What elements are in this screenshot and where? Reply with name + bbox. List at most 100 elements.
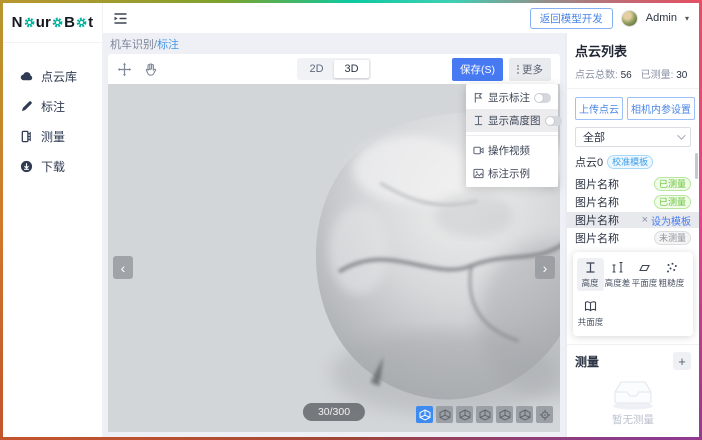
image-list-item-selected[interactable]: 图片名称 × 设为模板 <box>567 212 699 228</box>
cloud-icon <box>20 70 33 83</box>
close-icon[interactable]: × <box>642 214 648 226</box>
menu-item-annotation-example[interactable]: 标注示例 <box>466 162 558 185</box>
breadcrumb-parent[interactable]: 机车识别 <box>110 39 154 51</box>
menu-item-label: 操作视频 <box>488 143 530 158</box>
image-name: 图片名称 <box>575 212 642 228</box>
view-right-button[interactable] <box>496 406 513 423</box>
sidebar-item-annotate[interactable]: 标注 <box>3 93 102 119</box>
view-iso-button[interactable] <box>416 406 433 423</box>
tool-label: 共面度 <box>578 315 604 327</box>
cube-icon <box>419 409 431 421</box>
chevron-down-icon[interactable]: ▾ <box>685 14 689 23</box>
total-value: 56 <box>621 70 632 81</box>
group-name: 点云0 <box>575 154 603 170</box>
prev-image-arrow[interactable]: ‹ <box>113 256 133 279</box>
canvas-toolbar: 2D 3D 保存(S) 更多 <box>108 54 560 84</box>
image-list-item[interactable]: 图片名称 未测量 <box>575 230 691 246</box>
image-icon <box>473 168 484 179</box>
body-row: 机车识别/标注 2D 3D 保存(S) <box>103 33 699 437</box>
panel-stats: 点云总数: 56 已测量: 30 <box>575 66 691 81</box>
work-area: 机车识别/标注 2D 3D 保存(S) <box>103 33 565 437</box>
show-annotation-toggle[interactable] <box>534 93 551 103</box>
flag-icon <box>473 92 484 103</box>
tool-height[interactable]: 高度 <box>577 258 604 291</box>
measured-label: 已测量: <box>641 70 674 81</box>
view-top-button[interactable] <box>516 406 533 423</box>
camera-intrinsics-button[interactable]: 相机内参设置 <box>627 97 695 120</box>
menu-item-tutorial-video[interactable]: 操作视频 <box>466 139 558 162</box>
image-name: 图片名称 <box>575 176 654 192</box>
menu-item-label: 显示标注 <box>488 90 530 105</box>
pen-icon <box>20 100 33 113</box>
brand-letter: N <box>12 14 23 31</box>
sidebar-item-download[interactable]: 下载 <box>3 153 102 179</box>
gear-icon <box>76 17 87 28</box>
pointcloud-group-row[interactable]: 点云0 校准模板 <box>575 154 691 170</box>
sidebar-item-label: 下载 <box>41 158 65 175</box>
cube-icon <box>499 409 511 421</box>
empty-state: 暂无测量 <box>575 376 691 431</box>
view-reset-button[interactable] <box>536 406 553 423</box>
brand-logo: N ur B t <box>3 3 102 43</box>
save-button[interactable]: 保存(S) <box>452 58 503 81</box>
gear-icon <box>52 17 63 28</box>
video-icon <box>473 145 484 156</box>
view-left-button[interactable] <box>476 406 493 423</box>
move-icon[interactable] <box>117 62 132 77</box>
view-front-button[interactable] <box>436 406 453 423</box>
menu-collapse-icon[interactable] <box>113 11 128 26</box>
measured-status-tag: 已测量 <box>654 195 691 209</box>
show-heightmap-toggle[interactable] <box>545 116 562 126</box>
upload-pointcloud-button[interactable]: 上传点云 <box>575 97 623 120</box>
sidebar-item-label: 测量 <box>41 128 65 145</box>
vertical-dots-icon <box>517 65 519 74</box>
brand-letters: ur <box>36 14 51 31</box>
menu-item-label: 标注示例 <box>488 166 530 181</box>
image-list-item[interactable]: 图片名称 已测量 <box>575 176 691 192</box>
more-button[interactable]: 更多 <box>509 58 551 81</box>
avatar[interactable] <box>621 10 638 27</box>
hand-icon[interactable] <box>143 62 158 77</box>
crosshair-icon <box>539 409 551 421</box>
panel-buttons: 上传点云 相机内参设置 <box>575 97 691 120</box>
app-frame: N ur B t 点云库 标注 测量 下载 <box>0 0 702 440</box>
sidebar-item-label: 点云库 <box>41 68 77 85</box>
add-measure-button[interactable]: + <box>673 352 691 370</box>
measured-status-tag: 已测量 <box>654 177 691 191</box>
tab-2d[interactable]: 2D <box>299 60 334 78</box>
sidebar-item-measure[interactable]: 测量 <box>3 123 102 149</box>
menu-item-show-annotation[interactable]: 显示标注 <box>466 86 558 109</box>
breadcrumb-current: 标注 <box>157 39 179 51</box>
unmeasured-status-tag: 未测量 <box>654 231 691 245</box>
tool-label: 粗糙度 <box>659 276 685 288</box>
filter-select[interactable]: 全部 <box>575 127 691 147</box>
top-header: 返回模型开发 Admin ▾ <box>103 3 699 33</box>
more-button-label: 更多 <box>522 62 543 77</box>
image-list-item[interactable]: 图片名称 已测量 <box>575 194 691 210</box>
sidebar-nav: 点云库 标注 测量 下载 <box>3 43 102 179</box>
next-image-arrow[interactable]: › <box>535 256 555 279</box>
tool-label: 平面度 <box>632 276 658 288</box>
sidebar-item-pointcloud-library[interactable]: 点云库 <box>3 63 102 89</box>
menu-item-show-heightmap[interactable]: 显示高度图 <box>466 109 558 132</box>
tool-height-difference[interactable]: 高度差 <box>604 258 631 291</box>
image-pager: 30/300 <box>303 403 365 421</box>
user-name[interactable]: Admin <box>646 12 677 24</box>
set-as-template-link[interactable]: 设为模板 <box>651 213 691 228</box>
height-diff-icon <box>611 261 624 274</box>
tab-3d[interactable]: 3D <box>334 60 369 78</box>
tool-coplanarity[interactable]: 共面度 <box>577 297 604 330</box>
tool-flatness[interactable]: 平面度 <box>631 258 658 291</box>
brand-letter: t <box>88 14 93 31</box>
cube-icon <box>459 409 471 421</box>
view-back-button[interactable] <box>456 406 473 423</box>
tool-roughness[interactable]: 粗糙度 <box>658 258 685 291</box>
canvas-card: 2D 3D 保存(S) 更多 <box>108 54 560 432</box>
tool-label: 高度 <box>582 276 599 288</box>
view-mode-switch: 2D 3D <box>297 58 371 80</box>
image-name: 图片名称 <box>575 230 654 246</box>
back-to-model-dev-button[interactable]: 返回模型开发 <box>530 8 613 29</box>
list-scrollbar[interactable] <box>695 153 698 179</box>
tool-label: 高度差 <box>605 276 631 288</box>
menu-divider <box>466 135 558 136</box>
